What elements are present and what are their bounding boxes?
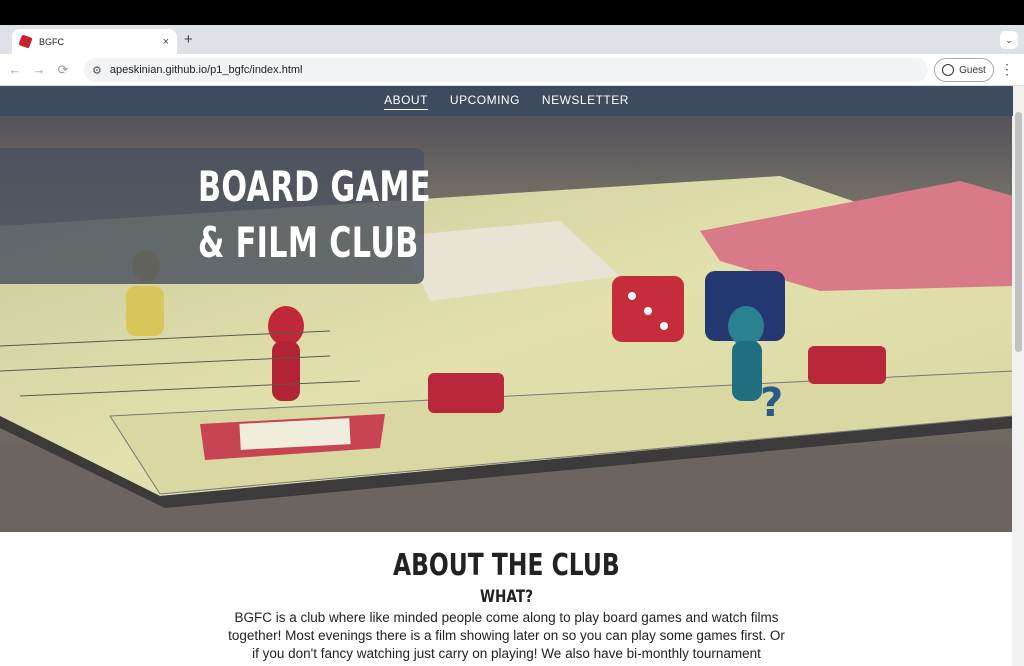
hero-title-line2: & FILM CLUB: [198, 218, 419, 267]
hero-title-box: BOARD GAME & FILM CLUB: [0, 148, 430, 284]
nav-newsletter[interactable]: NEWSLETTER: [542, 93, 629, 109]
url-text[interactable]: apeskinian.github.io/p1_bgfc/index.html: [110, 64, 303, 76]
tab-strip: BGFC × + ⌄: [0, 25, 1024, 54]
profile-label: Guest: [959, 64, 986, 76]
plus-icon[interactable]: +: [184, 31, 193, 48]
tab-title: BGFC: [39, 36, 65, 47]
os-top-bar: [0, 0, 1024, 25]
about-paragraph: BGFC is a club where like minded people …: [228, 610, 785, 661]
site-nav: ABOUT UPCOMING NEWSLETTER: [0, 86, 1013, 116]
nav-about[interactable]: ABOUT: [384, 93, 428, 110]
about-subheading: WHAT?: [479, 587, 534, 607]
svg-text:?: ?: [760, 380, 783, 426]
reload-icon[interactable]: ⟳: [51, 62, 75, 78]
kebab-menu-icon[interactable]: ⋮: [1000, 61, 1014, 78]
browser-tab[interactable]: BGFC ×: [12, 29, 177, 54]
about-section: ABOUT THE CLUB WHAT? BGFC is a club wher…: [0, 532, 1013, 663]
hero-title-line1: BOARD GAME: [198, 162, 431, 211]
person-icon: [942, 64, 955, 76]
back-arrow-icon[interactable]: ←: [3, 62, 27, 77]
browser-toolbar: ← → ⟳ ⚙ apeskinian.github.io/p1_bgfc/ind…: [0, 54, 1024, 86]
address-bar[interactable]: ⚙ apeskinian.github.io/p1_bgfc/index.htm…: [84, 58, 928, 82]
site: ABOUT UPCOMING NEWSLETTER ? BOARD GAME &…: [0, 86, 1013, 666]
chevron-down-icon[interactable]: ⌄: [1000, 31, 1018, 49]
site-settings-icon[interactable]: ⚙: [92, 64, 102, 77]
scrollbar-thumb[interactable]: [1015, 112, 1022, 352]
nav-upcoming[interactable]: UPCOMING: [450, 93, 520, 109]
favicon-die-icon: [18, 34, 33, 49]
page-viewport: ABOUT UPCOMING NEWSLETTER ? BOARD GAME &…: [0, 86, 1024, 666]
profile-button[interactable]: Guest: [934, 58, 994, 82]
forward-arrow-icon[interactable]: →: [27, 62, 51, 77]
close-icon[interactable]: ×: [163, 36, 169, 48]
page-scrollbar[interactable]: [1012, 86, 1024, 666]
about-heading: ABOUT THE CLUB: [393, 548, 620, 583]
